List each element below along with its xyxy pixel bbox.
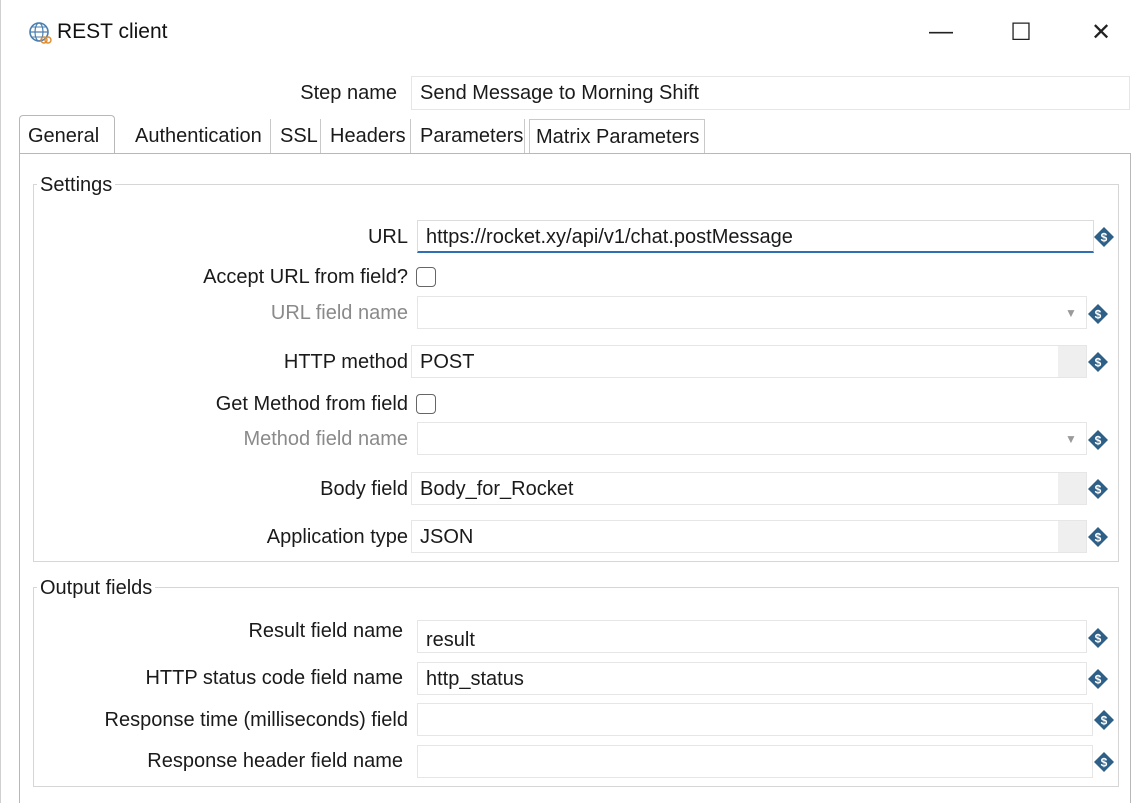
output-fields-group-title: Output fields: [37, 577, 156, 600]
response-time-field-label: Response time (milliseconds) field: [104, 709, 408, 731]
rest-client-dialog: REST client — ☐ ✕ Step name Send Message…: [0, 0, 1139, 803]
method-field-name-select[interactable]: [417, 422, 1087, 455]
settings-group-title: Settings: [37, 174, 116, 197]
url-input[interactable]: https://rocket.xy/api/v1/chat.postMessag…: [417, 220, 1094, 253]
maximize-button[interactable]: ☐: [991, 10, 1051, 54]
maximize-icon: ☐: [1010, 18, 1032, 46]
minimize-icon: —: [929, 18, 953, 45]
response-header-field-name-label: Response header field name: [147, 750, 403, 772]
tab-parameters[interactable]: Parameters: [415, 119, 525, 153]
tab-general[interactable]: General: [19, 115, 115, 155]
close-button[interactable]: ✕: [1071, 10, 1131, 54]
http-method-value: POST: [420, 351, 475, 373]
application-type-select[interactable]: JSON: [411, 520, 1087, 553]
get-method-from-field-label: Get Method from field: [215, 393, 408, 415]
variable-icon[interactable]: [1087, 668, 1109, 690]
close-icon: ✕: [1090, 18, 1112, 46]
accept-url-from-field-label: Accept URL from field?: [203, 266, 408, 288]
variable-icon[interactable]: [1087, 429, 1109, 451]
get-method-from-field-checkbox[interactable]: [416, 394, 436, 414]
application-type-label: Application type: [266, 526, 408, 548]
result-field-name-label: Result field name: [248, 620, 403, 642]
minimize-button[interactable]: —: [911, 10, 971, 54]
body-field-label: Body field: [320, 478, 408, 500]
variable-icon[interactable]: [1087, 526, 1109, 548]
response-header-field-name-input[interactable]: [417, 745, 1093, 778]
http-status-code-field-name-label: HTTP status code field name: [145, 667, 403, 689]
body-field-value: Body_for_Rocket: [420, 478, 574, 500]
tab-bar: General Authentication SSL Headers Param…: [19, 115, 1131, 155]
tab-ssl[interactable]: SSL: [275, 119, 321, 153]
combo-strip: [1058, 473, 1086, 504]
combo-strip: [1058, 521, 1086, 552]
method-field-name-label: Method field name: [243, 428, 408, 450]
variable-icon[interactable]: [1087, 478, 1109, 500]
response-time-field-input[interactable]: [417, 703, 1093, 736]
accept-url-from-field-checkbox[interactable]: [416, 267, 436, 287]
application-type-value: JSON: [420, 526, 474, 548]
http-method-label: HTTP method: [283, 351, 408, 373]
step-name-input[interactable]: Send Message to Morning Shift: [411, 76, 1130, 110]
body-field-select[interactable]: Body_for_Rocket: [411, 472, 1087, 505]
variable-icon[interactable]: [1087, 351, 1109, 373]
variable-icon[interactable]: [1087, 303, 1109, 325]
tab-headers[interactable]: Headers: [325, 119, 411, 153]
http-method-select[interactable]: POST: [411, 345, 1087, 378]
variable-icon[interactable]: [1093, 226, 1115, 248]
rest-client-globe-icon: [29, 22, 52, 44]
url-label: URL: [367, 226, 408, 248]
combo-strip: [1058, 346, 1086, 377]
result-field-name-input[interactable]: result: [417, 620, 1087, 653]
tab-matrix-parameters[interactable]: Matrix Parameters: [529, 119, 705, 153]
http-status-code-field-name-input[interactable]: http_status: [417, 662, 1087, 695]
step-name-label: Step name: [300, 82, 397, 104]
variable-icon[interactable]: [1087, 627, 1109, 649]
title-bar: REST client — ☐ ✕: [1, 0, 1139, 64]
window-title: REST client: [57, 20, 168, 43]
variable-icon[interactable]: [1093, 751, 1115, 773]
variable-icon[interactable]: [1093, 709, 1115, 731]
url-field-name-select[interactable]: [417, 296, 1087, 329]
tab-authentication[interactable]: Authentication: [133, 119, 271, 153]
url-field-name-label: URL field name: [270, 302, 408, 324]
